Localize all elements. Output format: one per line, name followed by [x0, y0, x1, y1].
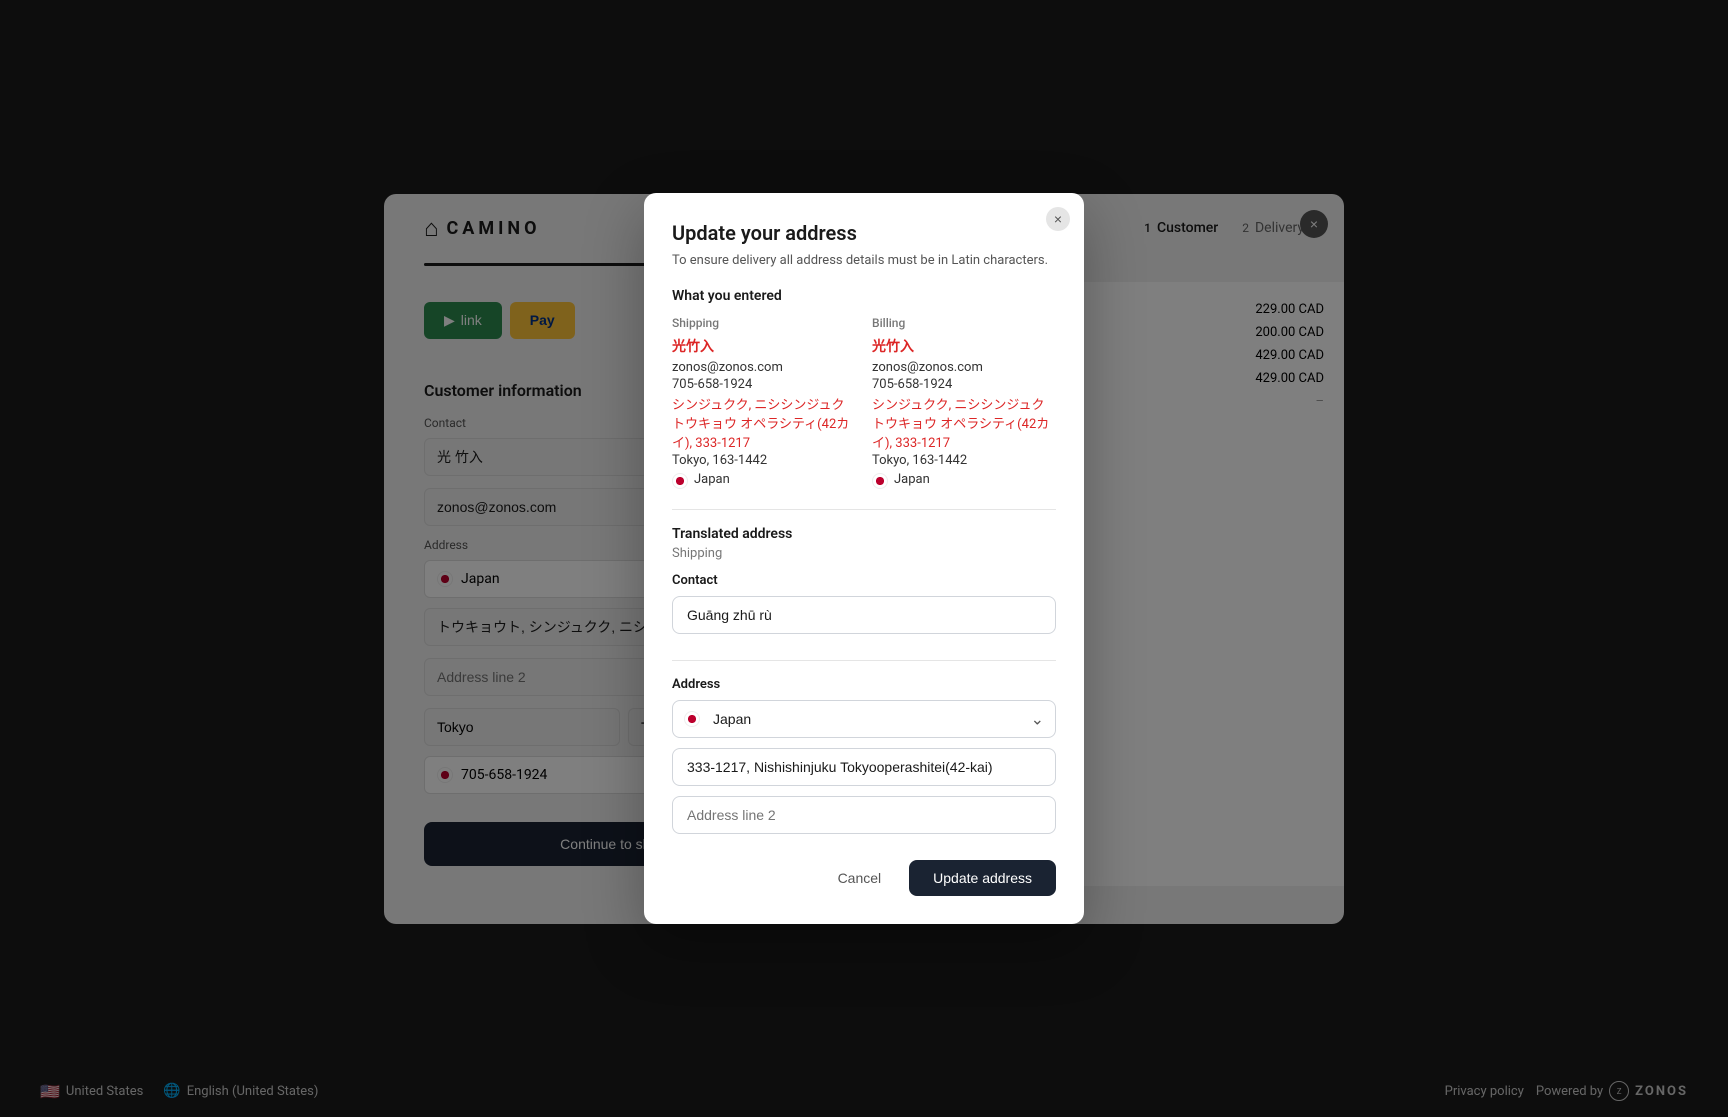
billing-name: 光竹入 — [872, 336, 1056, 356]
shipping-city-zip: Tokyo, 163-1442 — [672, 453, 856, 468]
contact-translated-input[interactable] — [672, 596, 1056, 634]
billing-country-row: Japan — [872, 472, 1056, 489]
shipping-column: Shipping 光竹入 zonos@zonos.com 705-658-192… — [672, 316, 856, 489]
country-select-wrapper: Japan United States United Kingdom ⌄ — [672, 700, 1056, 738]
modal-subtitle: To ensure delivery all address details m… — [672, 253, 1056, 268]
country-select[interactable]: Japan United States United Kingdom — [672, 700, 1056, 738]
billing-col-title: Billing — [872, 316, 1056, 330]
address-section-label: Address — [672, 677, 1056, 692]
modal-overlay: × Update your address To ensure delivery… — [0, 0, 1728, 1117]
country-select-flag — [684, 711, 700, 727]
modal-close-button[interactable]: × — [1046, 207, 1070, 231]
shipping-email: zonos@zonos.com — [672, 360, 856, 375]
update-address-button[interactable]: Update address — [909, 860, 1056, 896]
contact-section-label: Contact — [672, 573, 1056, 588]
translated-address-title: Translated address — [672, 526, 1056, 542]
billing-phone: 705-658-1924 — [872, 377, 1056, 392]
shipping-name: 光竹入 — [672, 336, 856, 356]
billing-email: zonos@zonos.com — [872, 360, 1056, 375]
divider-1 — [672, 509, 1056, 510]
shipping-japan-flag — [672, 473, 688, 489]
billing-address-red: シンジュクク, ニシシンジュクトウキョウ オペラシティ(42カイ), 333-1… — [872, 394, 1056, 451]
billing-column: Billing 光竹入 zonos@zonos.com 705-658-1924… — [872, 316, 1056, 489]
what-you-entered-title: What you entered — [672, 288, 1056, 304]
update-address-modal: × Update your address To ensure delivery… — [644, 193, 1084, 924]
modal-footer: Cancel Update address — [672, 860, 1056, 896]
address-line1-translated-input[interactable] — [672, 748, 1056, 786]
address-line2-translated-input[interactable] — [672, 796, 1056, 834]
shipping-phone: 705-658-1924 — [672, 377, 856, 392]
shipping-address-red: シンジュクク, ニシシンジュクトウキョウ オペラシティ(42カイ), 333-1… — [672, 394, 856, 451]
divider-2 — [672, 660, 1056, 661]
shipping-country: Japan — [694, 472, 730, 487]
billing-city-zip: Tokyo, 163-1442 — [872, 453, 1056, 468]
cancel-button[interactable]: Cancel — [822, 860, 898, 896]
address-columns: Shipping 光竹入 zonos@zonos.com 705-658-192… — [672, 316, 1056, 489]
billing-japan-flag — [872, 473, 888, 489]
modal-title: Update your address — [672, 221, 1056, 245]
translated-shipping-label: Shipping — [672, 546, 1056, 561]
billing-country: Japan — [894, 472, 930, 487]
shipping-country-row: Japan — [672, 472, 856, 489]
shipping-col-title: Shipping — [672, 316, 856, 330]
